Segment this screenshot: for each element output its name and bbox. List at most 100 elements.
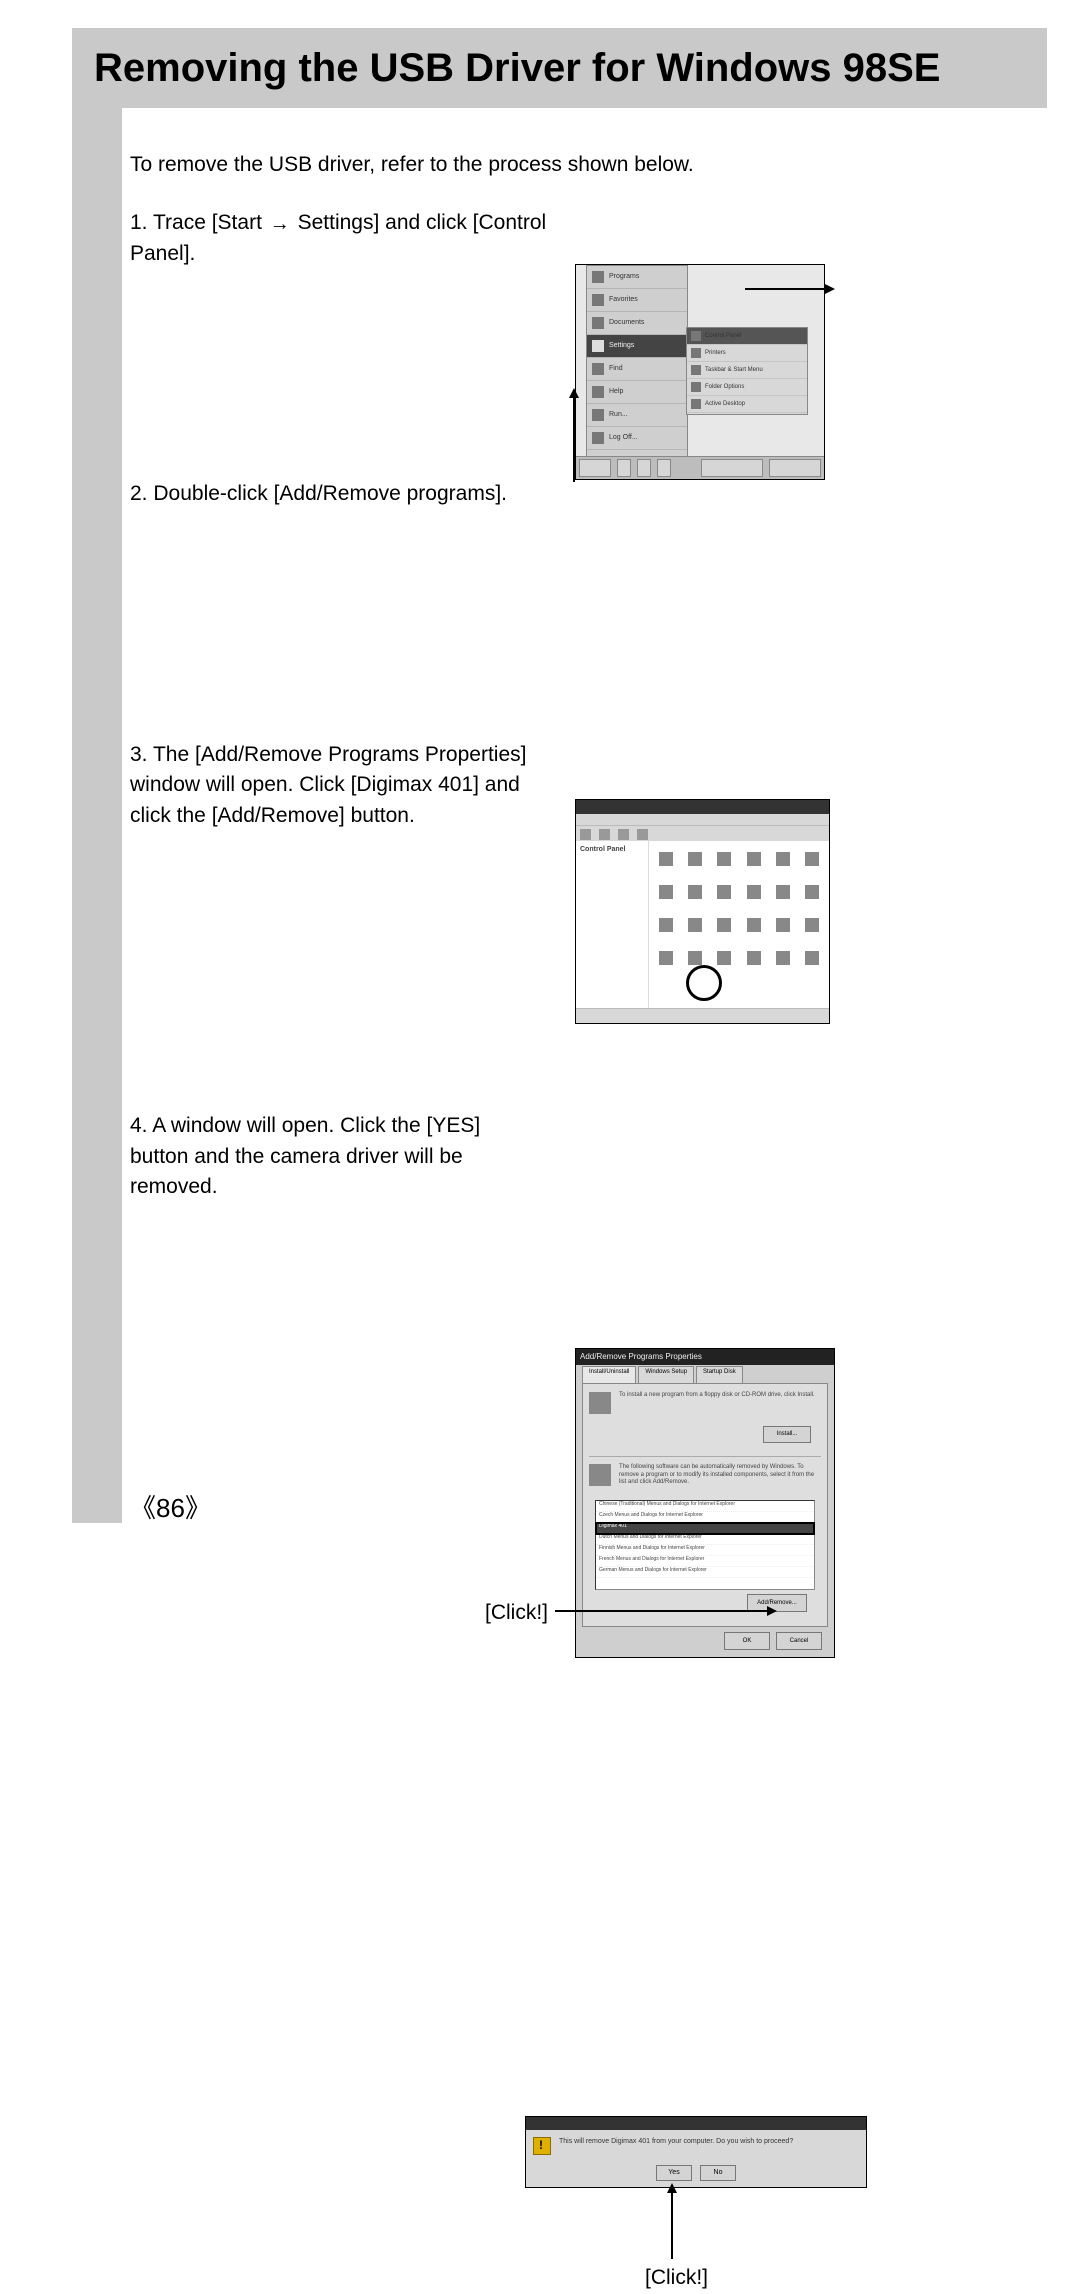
dialog-tabs: Install/Uninstall Windows Setup Startup … [576,1365,834,1383]
taskbar-task [701,459,763,477]
confirm-titlebar [526,2117,866,2130]
control-panel-icon [770,878,796,908]
step-2-text: Double-click [Add/Remove programs]. [153,482,507,505]
control-panel-icon [799,911,825,941]
submenu-item: Printers [705,349,726,358]
start-menu-item-settings: Settings [609,341,634,351]
taskbar [576,456,824,479]
programs-listbox: Chinese (Traditional) Menus and Dialogs … [595,1500,815,1590]
start-menu-item: Favorites [609,295,638,305]
control-panel-sidebar: Control Panel [576,841,649,1009]
page-number-value: 86 [156,1493,185,1523]
figure-confirm-dialog: This will remove Digimax 401 from your c… [525,2116,867,2188]
quicklaunch-icon [637,459,651,477]
tab-windows-setup: Windows Setup [638,1366,694,1383]
yes-button: Yes [656,2165,692,2181]
tab-install-uninstall: Install/Uninstall [582,1366,636,1383]
systray [769,459,821,477]
control-panel-icon [740,845,766,875]
list-item: French Menus and Dialogs for Internet Ex… [596,1556,814,1567]
control-panel-icon [653,944,679,974]
list-item: Dutch Menus and Dialogs for Internet Exp… [596,1534,814,1545]
cd-icon [589,1392,611,1414]
control-panel-icon [770,944,796,974]
dialog-titlebar: Add/Remove Programs Properties [576,1349,834,1365]
start-menu-item: Programs [609,272,639,282]
control-panel-icon [740,911,766,941]
window-statusbar [576,1008,829,1023]
step-3-text: The [Add/Remove Programs Properties] win… [130,743,526,827]
quicklaunch-icon [657,459,671,477]
arrow-right-icon [555,1610,769,1612]
list-item: Finnish Menus and Dialogs for Internet E… [596,1545,814,1556]
no-button: No [700,2165,736,2181]
start-button [579,459,611,477]
left-gray-strip [72,28,122,1523]
control-panel-icon [740,878,766,908]
control-panel-icon [799,944,825,974]
list-item-digimax-401: Digimax 401 [596,1523,814,1534]
click-annotation: [Click!] [645,2263,708,2293]
control-panel-icon [653,878,679,908]
control-panel-icon [770,845,796,875]
step-3-number: 3. [130,743,148,766]
control-panel-icon [740,944,766,974]
step-1-number: 1. [130,211,148,234]
step-2: 2. Double-click [Add/Remove programs]. C… [130,479,1040,509]
control-panel-icon [711,845,737,875]
warning-icon [533,2137,551,2155]
step-1: 1. Trace [Start → Settings] and click [C… [130,208,1040,269]
step-2-number: 2. [130,482,148,505]
tab-startup-disk: Startup Disk [696,1366,743,1383]
arrow-up-icon [671,2191,673,2259]
start-menu-item: Run... [609,410,628,420]
submenu-item: Taskbar & Start Menu [705,366,763,375]
control-panel-icons [649,841,829,1009]
submenu-item: Active Desktop [705,400,745,409]
arrow-right-icon [745,288,827,290]
figure-start-menu: Programs Favorites Documents Settings Fi… [575,264,825,480]
list-item: Chinese (Traditional) Menus and Dialogs … [596,1501,814,1512]
control-panel-icon [653,911,679,941]
arrow-right-icon: → [270,214,290,234]
install-button: Install... [763,1426,811,1443]
control-panel-icon [770,911,796,941]
remove-pane-text: The following software can be automatica… [619,1464,821,1487]
start-menu-item: Help [609,387,623,397]
components-icon [589,1464,611,1486]
step-4: 4. A window will open. Click the [YES] b… [130,1111,1040,1202]
cancel-button: Cancel [776,1632,822,1650]
start-menu-column: Programs Favorites Documents Settings Fi… [586,265,688,457]
intro-text: To remove the USB driver, refer to the p… [130,150,1040,180]
page-title: Removing the USB Driver for Windows 98SE [94,46,940,91]
figure-control-panel: Control Panel [575,799,830,1024]
manual-page: Removing the USB Driver for Windows 98SE… [0,0,1080,1585]
control-panel-icon [682,911,708,941]
list-item: German Menus and Dialogs for Internet Ex… [596,1567,814,1578]
step-4-text: A window will open. Click the [YES] butt… [130,1114,480,1198]
ok-button: OK [724,1632,770,1650]
title-band: Removing the USB Driver for Windows 98SE [72,28,1047,108]
settings-submenu: Control Panel Printers Taskbar & Start M… [686,327,808,415]
control-panel-icon [799,878,825,908]
submenu-item: Folder Options [705,383,744,392]
control-panel-icon [682,845,708,875]
step-1-text-pre: Trace [Start [153,211,262,234]
page-number: 《86》 [130,1488,211,1525]
install-pane-text: To install a new program from a floppy d… [619,1392,821,1400]
start-menu-item: Log Off... [609,433,638,443]
start-menu-item: Find [609,364,623,374]
control-panel-icon [682,878,708,908]
submenu-item-control-panel: Control Panel [705,332,741,341]
step-4-number: 4. [130,1114,148,1137]
control-panel-icon [799,845,825,875]
confirm-message: This will remove Digimax 401 from your c… [559,2137,859,2147]
step-3: 3. The [Add/Remove Programs Properties] … [130,740,1040,831]
control-panel-icon [653,845,679,875]
control-panel-icon [711,878,737,908]
control-panel-icon [711,911,737,941]
quicklaunch-icon [617,459,631,477]
content-area: To remove the USB driver, refer to the p… [130,150,1040,1262]
start-menu-item: Documents [609,318,644,328]
list-item: Czech Menus and Dialogs for Internet Exp… [596,1512,814,1523]
